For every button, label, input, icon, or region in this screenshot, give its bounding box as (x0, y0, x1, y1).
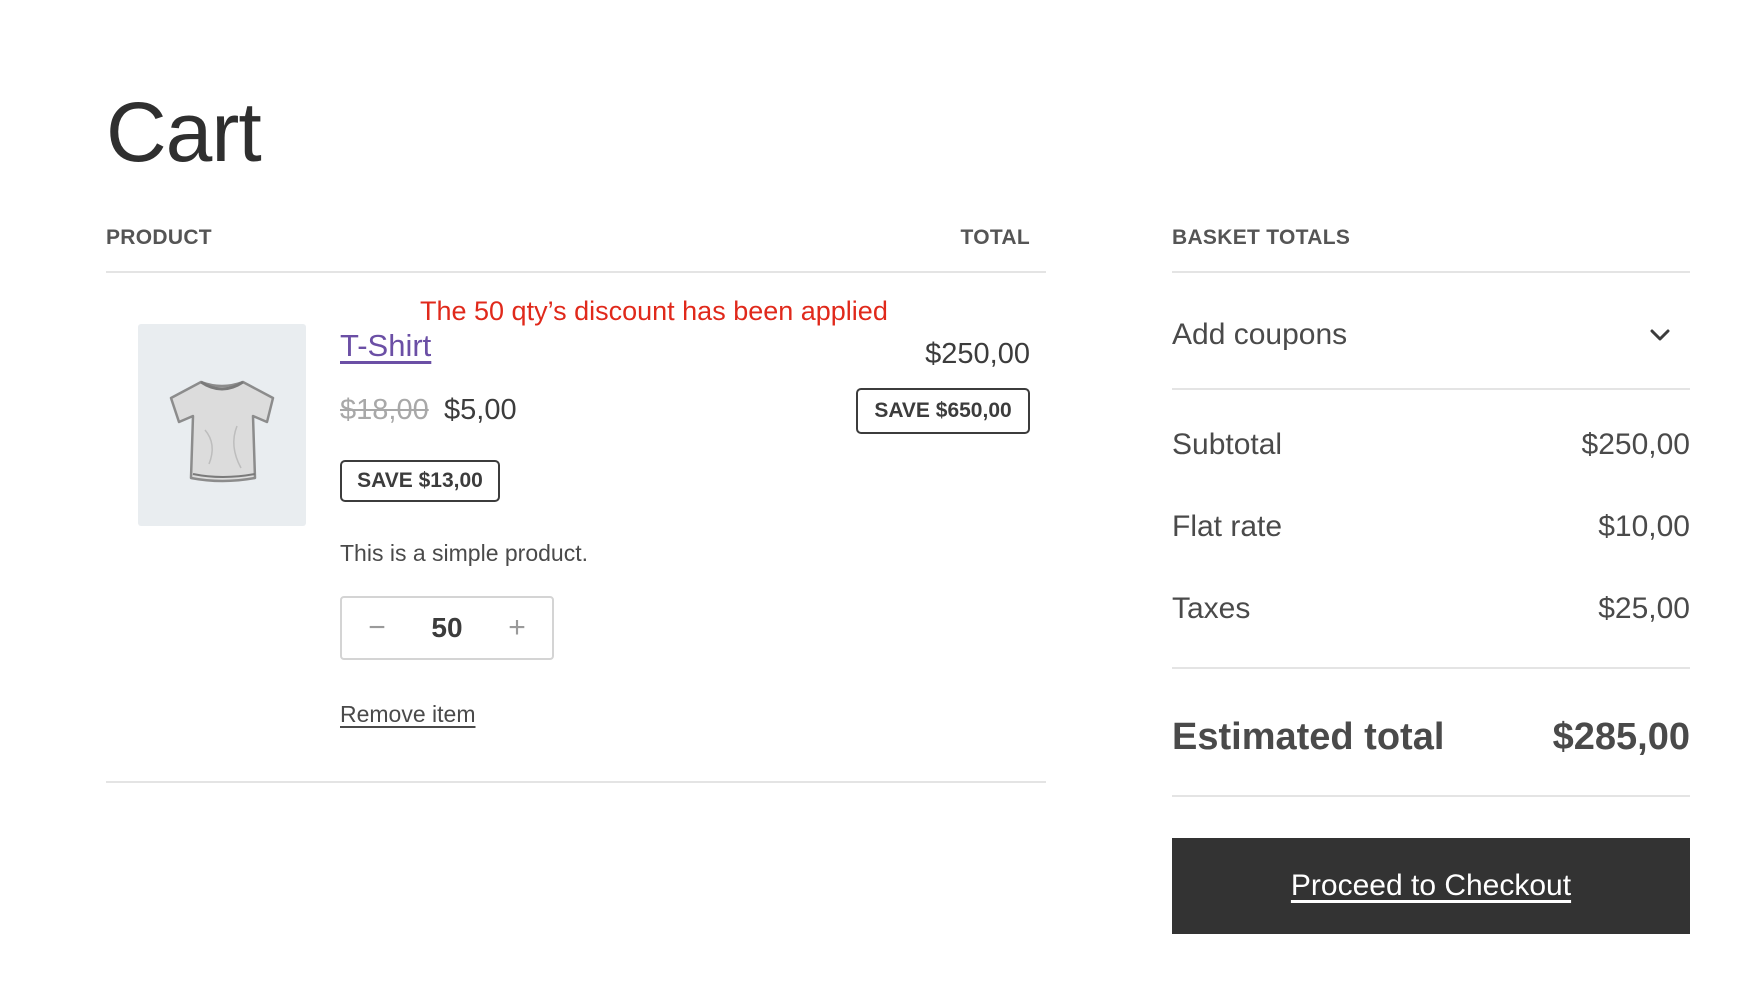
product-description: This is a simple product. (340, 540, 588, 566)
proceed-to-checkout-button[interactable]: Proceed to Checkout (1172, 838, 1690, 934)
chevron-down-icon (1650, 329, 1670, 341)
discount-notice: The 50 qty’s discount has been applied (420, 296, 888, 326)
subtotal-value: $250,00 (1581, 428, 1690, 461)
line-total: $250,00 (925, 338, 1030, 370)
sale-price: $5,00 (444, 394, 517, 426)
estimated-total-label: Estimated total (1172, 716, 1445, 758)
flat-rate-value: $10,00 (1598, 510, 1690, 543)
add-coupons-toggle[interactable]: Add coupons (1172, 314, 1690, 356)
column-header-product: PRODUCT (106, 226, 212, 249)
subtotal-row: Subtotal $250,00 (1172, 428, 1690, 462)
quantity-stepper: − 50 + (340, 596, 554, 660)
regular-price: $18,00 (340, 394, 429, 426)
flat-rate-row: Flat rate $10,00 (1172, 510, 1690, 544)
estimated-total-row: Estimated total $285,00 (1172, 716, 1690, 759)
product-image[interactable] (138, 324, 306, 526)
item-save-badge: SAVE $13,00 (340, 460, 500, 502)
page-title: Cart (106, 85, 262, 180)
subtotal-label: Subtotal (1172, 428, 1283, 461)
totals-header-divider (1172, 271, 1690, 273)
quantity-decrease-button[interactable]: − (362, 611, 392, 645)
quantity-increase-button[interactable]: + (502, 611, 532, 645)
add-coupons-label: Add coupons (1172, 318, 1348, 351)
product-name-link[interactable]: T-Shirt (340, 328, 431, 364)
taxes-label: Taxes (1172, 592, 1251, 625)
basket-totals-header: BASKET TOTALS (1172, 226, 1351, 249)
column-header-total: TOTAL (960, 226, 1030, 249)
table-header-divider (106, 271, 1046, 273)
taxes-value: $25,00 (1598, 592, 1690, 625)
coupons-divider (1172, 388, 1690, 390)
estimated-total-value: $285,00 (1552, 716, 1690, 758)
table-footer-divider (106, 781, 1046, 783)
remove-item-link[interactable]: Remove item (340, 701, 475, 728)
total-divider (1172, 795, 1690, 797)
tshirt-icon (169, 380, 275, 483)
quantity-value[interactable]: 50 (431, 612, 462, 644)
flat-rate-label: Flat rate (1172, 510, 1283, 543)
taxes-row: Taxes $25,00 (1172, 592, 1690, 626)
summary-divider (1172, 667, 1690, 669)
line-save-badge: SAVE $650,00 (856, 388, 1030, 434)
